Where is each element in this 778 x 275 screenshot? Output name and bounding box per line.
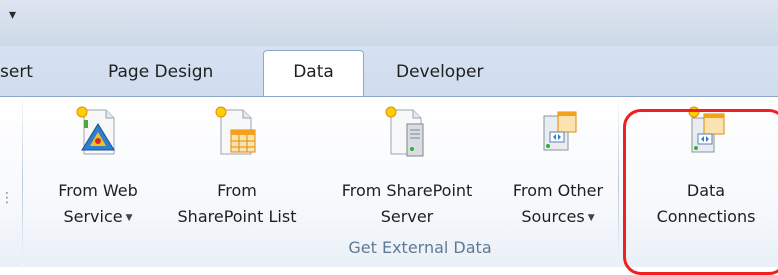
dropdown-arrow-icon[interactable]: ▾ [9,8,16,22]
tab-developer[interactable]: Developer [396,62,483,82]
button-label-line2: Server [380,207,434,226]
button-label-line2: Service [63,207,123,226]
tab-page-design[interactable]: Page Design [108,62,213,82]
tab-insert[interactable]: sert [0,62,33,82]
button-label-line1: From [217,181,257,200]
sharepoint-server-icon [385,106,424,157]
button-label-line2: SharePoint List [177,207,297,226]
from-other-sources-button[interactable]: From Other Sources ▼ [496,100,620,254]
chevron-down-icon: ▼ [125,212,133,223]
from-sharepoint-list-button[interactable]: From SharePoint List [160,100,314,254]
group-label-get-external-data: Get External Data [348,238,492,257]
button-label-line2: Sources [521,207,585,226]
button-label-line1: From Other [512,181,604,200]
title-bar: ▾ [0,0,778,46]
tab-data[interactable]: Data [263,50,364,98]
other-sources-icon [543,111,577,151]
sharepoint-list-icon [215,106,256,155]
chevron-down-icon: ▼ [587,212,595,223]
from-web-service-button[interactable]: From Web Service ▼ [36,100,160,254]
highlight-annotation [623,109,778,275]
button-label-line1: From Web [58,181,138,200]
web-service-icon [76,106,115,155]
ribbon-tab-strip: sert Page Design Data Developer [0,46,778,98]
button-label-line1: From SharePoint [341,181,473,200]
from-sharepoint-server-button[interactable]: From SharePoint Server [318,100,496,254]
group-separator [22,100,23,270]
previous-group-edge: ⋮ [0,190,14,206]
